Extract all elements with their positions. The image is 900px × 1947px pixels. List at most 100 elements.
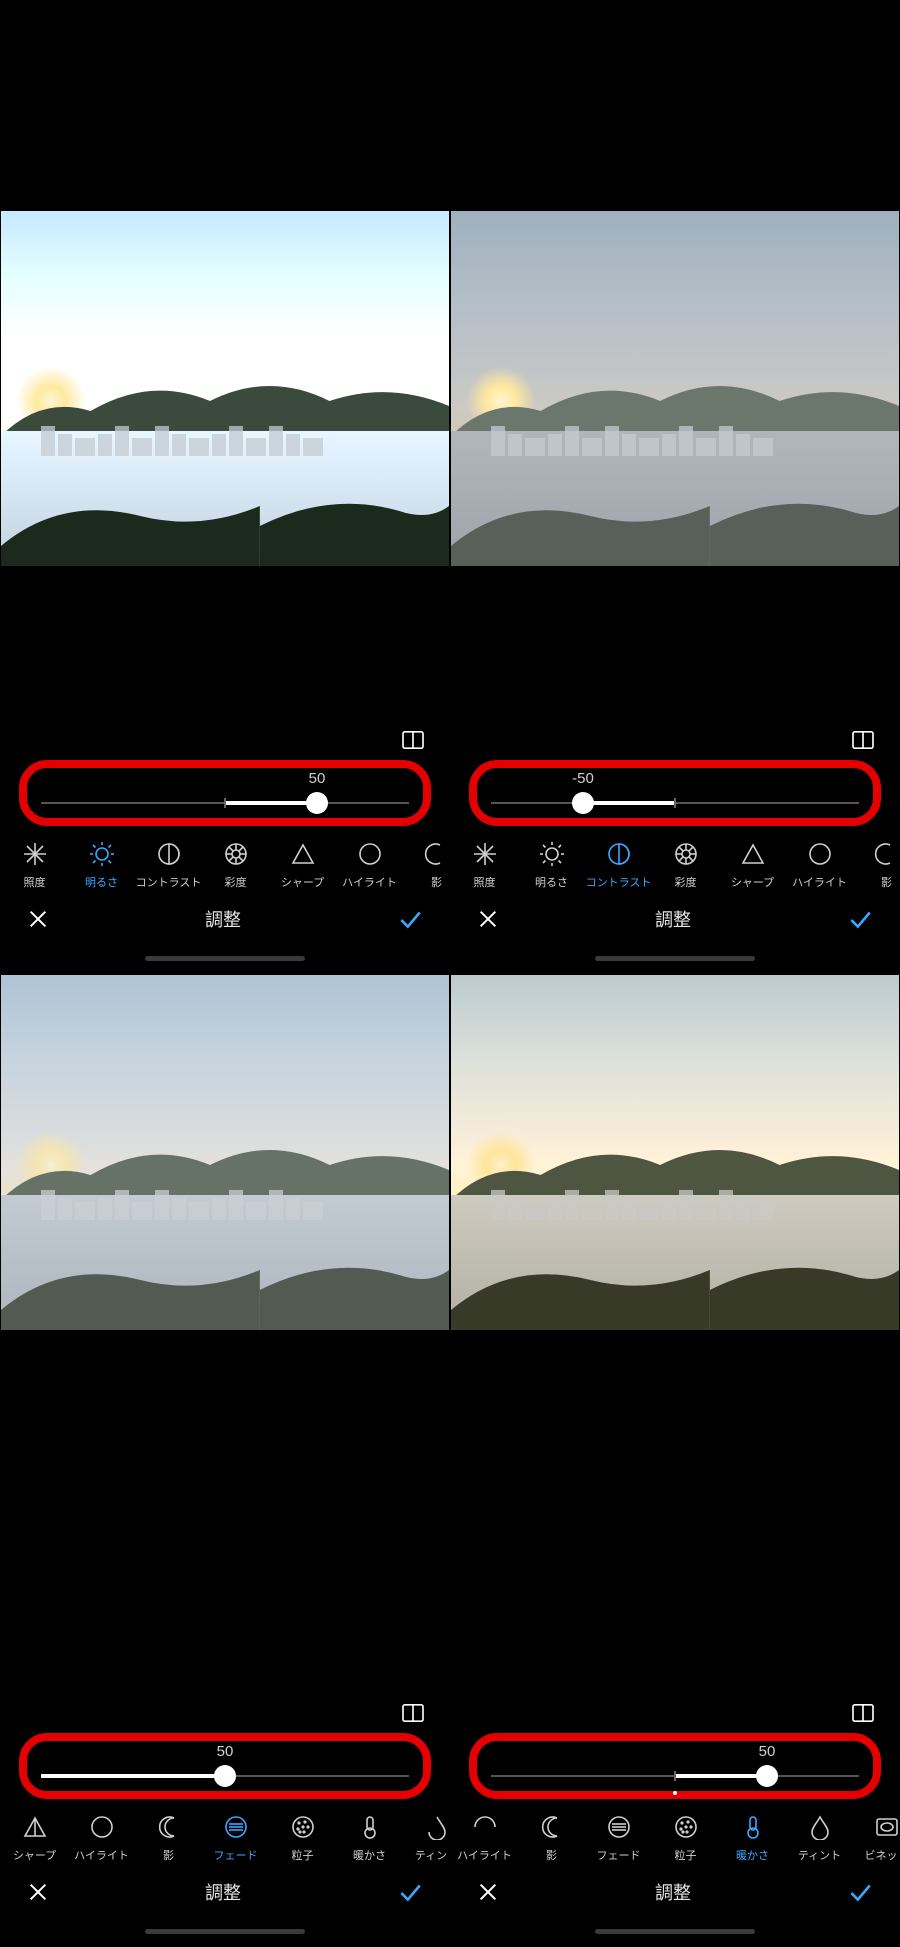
param-label: フェード (597, 1847, 641, 1863)
aspect-icon[interactable] (401, 730, 425, 750)
param-vignette[interactable]: ビネット (853, 1813, 899, 1863)
param-label: 暖かさ (736, 1847, 769, 1863)
param-label: ハイライト (74, 1847, 129, 1863)
param-drop[interactable]: ティント (786, 1813, 853, 1863)
param-label: 照度 (24, 874, 46, 890)
param-sun[interactable]: 明るさ (68, 840, 135, 890)
param-sun[interactable]: 明るさ (518, 840, 585, 890)
circle-cut-icon (471, 1813, 499, 1841)
param-label: ハイライト (792, 874, 847, 890)
slider-thumb[interactable] (214, 1765, 236, 1787)
tri-icon (739, 840, 767, 868)
param-burst[interactable]: 彩度 (202, 840, 269, 890)
param-lines[interactable]: フェード (202, 1813, 269, 1863)
aspect-icon[interactable] (851, 1703, 875, 1723)
cancel-button[interactable] (27, 1881, 49, 1903)
param-lines[interactable]: フェード (585, 1813, 652, 1863)
confirm-button[interactable] (397, 1879, 423, 1905)
param-label: コントラスト (586, 874, 652, 890)
param-label: ハイライト (342, 874, 397, 890)
param-drop-cut[interactable]: ティント (403, 1813, 449, 1863)
param-moon[interactable]: 影 (518, 1813, 585, 1863)
slider-thumb[interactable] (756, 1765, 778, 1787)
cancel-button[interactable] (27, 908, 49, 930)
vignette-icon (873, 1813, 900, 1841)
lines-icon (222, 1813, 250, 1841)
panel-title: 調整 (205, 1879, 241, 1905)
param-label: コントラスト (136, 874, 202, 890)
param-label: ティント (415, 1847, 449, 1863)
param-burst[interactable]: 彩度 (652, 840, 719, 890)
param-dots[interactable]: 粒子 (269, 1813, 336, 1863)
cancel-button[interactable] (477, 908, 499, 930)
confirm-button[interactable] (847, 906, 873, 932)
home-indicator (145, 956, 305, 961)
param-half[interactable]: コントラスト (585, 840, 652, 890)
param-label: 明るさ (85, 874, 118, 890)
param-half[interactable]: コントラスト (135, 840, 202, 890)
param-tri[interactable]: シャープ (269, 840, 336, 890)
photo-preview (1, 975, 449, 1330)
param-label: 照度 (474, 874, 496, 890)
editor-panel: 50 シャープ ハイライト 影 フェード 粒 (0, 974, 450, 1947)
sun-icon (88, 840, 116, 868)
aspect-icon[interactable] (851, 730, 875, 750)
moon-icon (155, 1813, 183, 1841)
slider-thumb[interactable] (306, 792, 328, 814)
moon-icon (538, 1813, 566, 1841)
param-moon-cut[interactable]: 影 (403, 840, 449, 890)
thermo-icon (356, 1813, 384, 1841)
burst-icon (222, 840, 250, 868)
param-sparkle[interactable]: 照度 (1, 840, 68, 890)
param-label: 明るさ (535, 874, 568, 890)
sparkle-icon (21, 840, 49, 868)
moon-cut-icon (423, 840, 450, 868)
param-sparkle[interactable]: 照度 (451, 840, 518, 890)
confirm-button[interactable] (397, 906, 423, 932)
editor-panel: -50 照度 明るさ コントラスト 彩度 (450, 0, 900, 974)
param-label: 影 (546, 1847, 557, 1863)
cancel-button[interactable] (477, 1881, 499, 1903)
editor-panel: 50 ハイライト 影 フェード 粒子 (450, 974, 900, 1947)
param-tri[interactable]: シャープ (719, 840, 786, 890)
param-label: 彩度 (225, 874, 247, 890)
param-label: 暖かさ (353, 1847, 386, 1863)
half-icon (155, 840, 183, 868)
param-circle[interactable]: ハイライト (336, 840, 403, 890)
param-circle-cut[interactable]: ハイライト (451, 1813, 518, 1863)
param-moon[interactable]: 影 (135, 1813, 202, 1863)
param-thermo[interactable]: 暖かさ (336, 1813, 403, 1863)
param-dots[interactable]: 粒子 (652, 1813, 719, 1863)
param-thermo[interactable]: 暖かさ (719, 1813, 786, 1863)
home-indicator (595, 1929, 755, 1934)
slider-thumb[interactable] (572, 792, 594, 814)
slider-annotation: 50 (19, 760, 431, 826)
home-indicator (145, 1929, 305, 1934)
param-list[interactable]: 照度 明るさ コントラスト 彩度 シャープ ハイライト (451, 836, 899, 892)
param-circle[interactable]: ハイライト (786, 840, 853, 890)
panel-title: 調整 (205, 906, 241, 932)
aspect-icon[interactable] (401, 1703, 425, 1723)
panel-title: 調整 (655, 906, 691, 932)
burst-icon (672, 840, 700, 868)
param-moon-cut[interactable]: 影 (853, 840, 899, 890)
param-list[interactable]: ハイライト 影 フェード 粒子 暖かさ ティント (451, 1809, 899, 1865)
param-circle[interactable]: ハイライト (68, 1813, 135, 1863)
confirm-button[interactable] (847, 1879, 873, 1905)
slider-annotation: 50 (19, 1733, 431, 1799)
param-tri-cut[interactable]: シャープ (1, 1813, 68, 1863)
circle-icon (356, 840, 384, 868)
home-indicator (595, 956, 755, 961)
photo-preview (1, 211, 449, 566)
tri-cut-icon (21, 1813, 49, 1841)
param-label: 影 (881, 874, 892, 890)
param-label: シャープ (281, 874, 324, 890)
slider-value: 50 (759, 1743, 776, 1760)
slider-annotation: 50 (469, 1733, 881, 1799)
param-list[interactable]: シャープ ハイライト 影 フェード 粒子 暖かさ (1, 1809, 449, 1865)
param-list[interactable]: 照度 明るさ コントラスト 彩度 シャープ ハイライト (1, 836, 449, 892)
param-label: シャープ (13, 1847, 56, 1863)
lines-icon (605, 1813, 633, 1841)
photo-preview (451, 211, 899, 566)
panel-title: 調整 (655, 1879, 691, 1905)
